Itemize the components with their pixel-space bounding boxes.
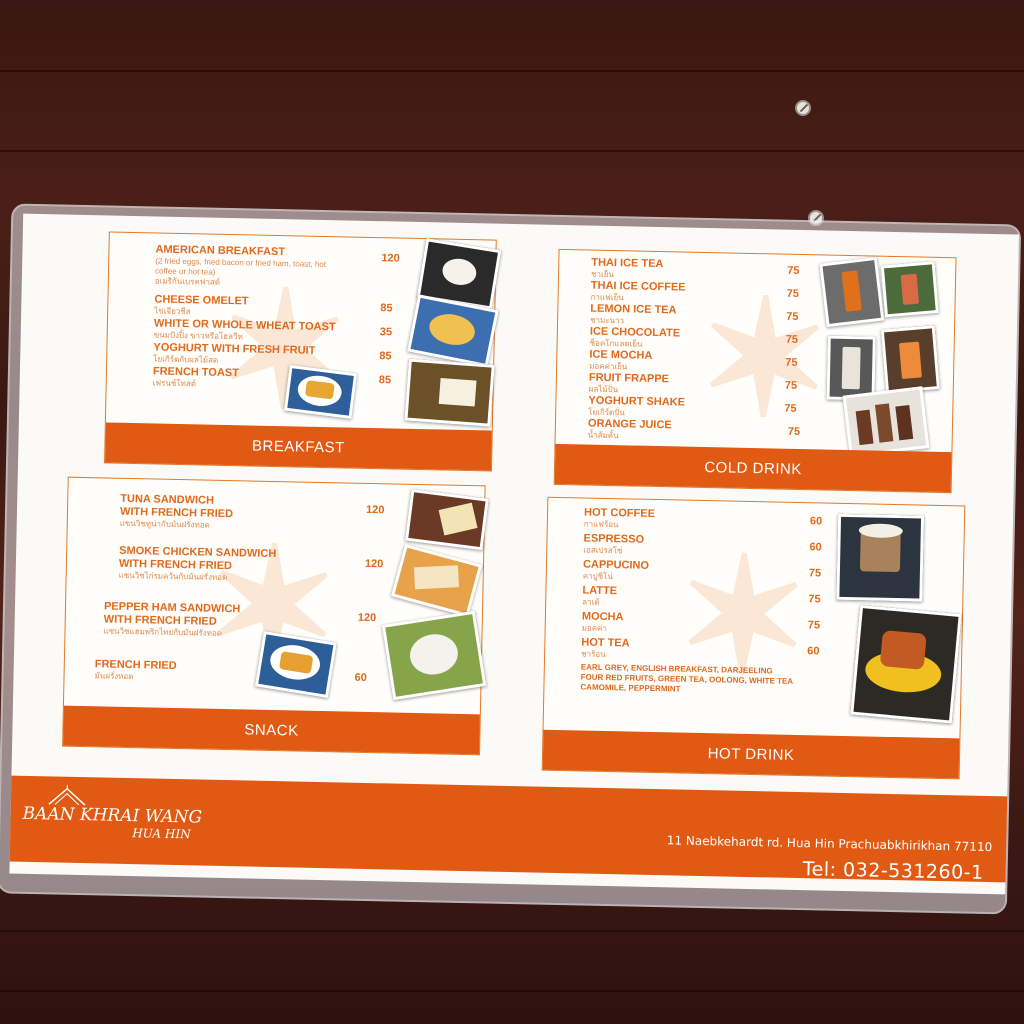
item-name: HOT TEA: [581, 636, 630, 650]
menu-card: ✶ AMERICAN BREAKFAST (2 fried eggs, frie…: [0, 203, 1024, 924]
item-price: 75: [786, 310, 799, 323]
menu-item: ICE CHOCOLATE ช็อคโกแลตเย็น: [590, 326, 681, 351]
address: 11 Naebkehardt rd. Hua Hin Prachuabkhiri…: [666, 833, 993, 855]
tea-note: EARL GREY, ENGLISH BREAKFAST, DARJEELING…: [580, 662, 793, 696]
item-price: 75: [786, 287, 800, 300]
toast-photo: [404, 358, 495, 427]
watermark: ✶: [695, 262, 834, 454]
item-thai: มันฝรั่งทอด: [94, 671, 134, 682]
tuna-sandwich-photo: [404, 488, 489, 551]
menu-item: THAI ICE TEA ชาเย็น: [591, 257, 664, 282]
menu-footer: BAAN KHRAI WANG HUA HIN 11 Naebkehardt r…: [9, 775, 1008, 884]
item-thai: แซนวิชไก่รมควันกับมันฝรั่งทอด: [118, 570, 228, 583]
menu-item: TUNA SANDWICH WITH FRENCH FRIED แซนวิชทู…: [120, 493, 234, 531]
item-price: 75: [787, 264, 800, 277]
item-price: 60: [809, 515, 823, 528]
menu-item: ORANGE JUICE น้ำส้มคั้น: [588, 418, 672, 443]
item-price: 75: [808, 567, 822, 580]
telephone: Tel: 032-531260-1: [802, 858, 984, 884]
item-price: 75: [785, 333, 799, 346]
item-price: 35: [379, 326, 393, 339]
menu-paper: ✶ AMERICAN BREAKFAST (2 fried eggs, frie…: [9, 213, 1020, 895]
menu-item: YOGHURT SHAKE โยเกิร์ตปั่น: [588, 395, 685, 420]
fries-photo: [283, 364, 358, 420]
hot-drink-title: HOT DRINK: [542, 729, 960, 779]
menu-item: THAI ICE COFFEE กาแฟเย็น: [590, 280, 686, 305]
item-thai: เฟรนช์โทสต์: [152, 378, 197, 389]
item-price: 85: [379, 350, 392, 363]
item-price: 60: [354, 671, 367, 684]
ice-tea-photo: [819, 256, 885, 328]
menu-item: SMOKE CHICKEN SANDWICH WITH FRENCH FRIED…: [119, 545, 277, 584]
frappe-photo: [842, 386, 930, 458]
menu-item: FRUIT FRAPPE ผลไม้ปั่น: [589, 372, 670, 397]
item-thai: คาปูชิโน่: [582, 571, 613, 582]
menu-item: AMERICAN BREAKFAST (2 fried eggs, fried …: [155, 243, 346, 290]
cold-drink-title: COLD DRINK: [554, 443, 952, 493]
item-price: 85: [378, 374, 392, 387]
item-thai: น้ำส้มคั้น: [587, 430, 619, 441]
screw-icon: [795, 100, 811, 116]
hot-drink-panel: ✶ HOT COFFEE กาแฟร้อน 60 ESPRESSO เอสเปรสโ…: [541, 496, 966, 780]
item-thai: กาแฟร้อน: [583, 519, 619, 530]
item-price: 75: [787, 425, 801, 439]
item-thai: ไข่เจียวชีส: [154, 306, 191, 317]
item-thai: มอคค่า: [581, 623, 608, 634]
item-price: 120: [365, 503, 385, 517]
breakfast-panel: ✶ AMERICAN BREAKFAST (2 fried eggs, frie…: [104, 231, 502, 472]
logo-main: BAAN KHRAI WANG: [22, 803, 203, 828]
menu-item: CHEESE OMELET ไข่เจียวชีส: [154, 293, 249, 318]
menu-item: LATTE ลาเต้: [582, 584, 617, 608]
french-fried-photo: [254, 630, 337, 699]
item-thai: เอสเปรสโซ่: [583, 545, 623, 556]
ham-sandwich-photo: [381, 610, 487, 701]
item-thai: แซนวิชแฮมพริกไทยกับมันฝรั่งทอด: [103, 626, 223, 638]
menu-item: LEMON ICE TEA ชามะนาว: [590, 303, 677, 328]
menu-item: FRENCH FRIED มันฝรั่งทอด: [94, 658, 176, 683]
item-name: ICE MOCHA: [589, 348, 653, 362]
item-price: 120: [381, 252, 400, 265]
item-price: 75: [784, 402, 797, 415]
item-thai: ลาเต้: [582, 597, 600, 607]
breakfast-title: BREAKFAST: [105, 422, 492, 471]
item-name: MOCHA: [581, 610, 624, 624]
item-price: 75: [808, 593, 821, 606]
item-thai: ชาร้อน: [581, 649, 606, 659]
item-name: LATTE: [582, 584, 618, 598]
item-price: 75: [784, 379, 798, 392]
orange-juice-photo: [880, 325, 940, 394]
hot-coffee-photo: [850, 604, 962, 724]
menu-item: ESPRESSO เอสเปรสโซ่: [583, 532, 644, 556]
menu-item: ICE MOCHA มอคค่าเย็น: [589, 349, 652, 373]
cappuccino-photo: [836, 513, 925, 602]
item-price: 60: [807, 645, 820, 658]
menu-item: MOCHA มอคค่า: [582, 610, 624, 634]
menu-item: YOGHURT WITH FRESH FRUIT โยเกิร์ตกับผลไม…: [153, 341, 315, 367]
menu-item: PEPPER HAM SANDWICH WITH FRENCH FRIED แซ…: [103, 600, 240, 639]
item-price: 120: [364, 557, 384, 571]
chicken-sandwich-photo: [390, 543, 483, 617]
lemon-tea-photo: [880, 261, 939, 318]
item-name: ESPRESSO: [583, 532, 645, 546]
logo: BAAN KHRAI WANG HUA HIN: [22, 803, 203, 844]
menu-item: WHITE OR WHOLE WHEAT TOAST ขนมปังปิ้ง ขา…: [154, 317, 336, 344]
ice-chocolate-photo: [826, 335, 876, 401]
item-price: 75: [785, 356, 798, 369]
item-price: 120: [357, 611, 377, 625]
menu-item: FRENCH TOAST เฟรนช์โทสต์: [153, 365, 239, 390]
item-price: 60: [809, 541, 822, 554]
item-price: 75: [807, 619, 821, 632]
menu-item: HOT TEA ชาร้อน: [581, 636, 630, 660]
item-price: 85: [380, 302, 393, 315]
menu-item: CAPPUCINO คาปูชิโน่: [583, 558, 649, 582]
snack-title: SNACK: [63, 705, 480, 755]
cold-drink-panel: ✶ THAI ICE TEA ชาเย็น 75 THAI ICE COFFEE ก…: [553, 248, 957, 494]
snack-panel: ✶ TUNA SANDWICH WITH FRENCH FRIED แซนวิช…: [62, 476, 489, 756]
menu-item: HOT COFFEE กาแฟร้อน: [584, 506, 655, 530]
logo-sub: HUA HIN: [132, 826, 191, 842]
